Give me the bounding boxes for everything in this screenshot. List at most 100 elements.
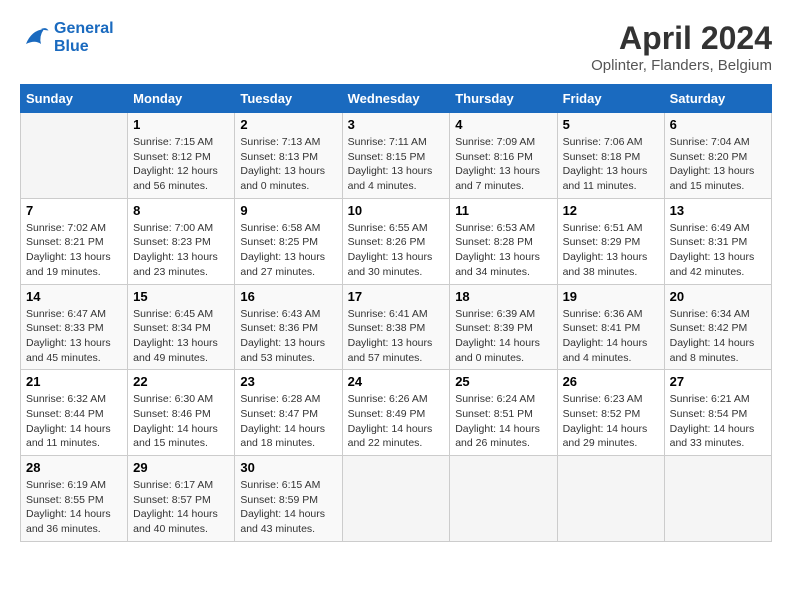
day-info: Sunrise: 6:21 AM Sunset: 8:54 PM Dayligh… <box>670 392 766 451</box>
day-number: 30 <box>240 460 336 475</box>
calendar-week-1: 1Sunrise: 7:15 AM Sunset: 8:12 PM Daylig… <box>21 113 772 199</box>
day-number: 12 <box>563 203 659 218</box>
day-info: Sunrise: 6:19 AM Sunset: 8:55 PM Dayligh… <box>26 478 122 537</box>
day-info: Sunrise: 6:49 AM Sunset: 8:31 PM Dayligh… <box>670 221 766 280</box>
calendar-cell <box>664 456 771 542</box>
day-info: Sunrise: 6:15 AM Sunset: 8:59 PM Dayligh… <box>240 478 336 537</box>
day-number: 5 <box>563 117 659 132</box>
calendar-cell: 5 Sunrise: 7:06 AM Sunset: 8:18 PM Daylig… <box>557 113 664 199</box>
calendar-cell: 23 Sunrise: 6:28 AM Sunset: 8:47 PM Dayli… <box>235 370 342 456</box>
calendar-cell: 2 Sunrise: 7:13 AM Sunset: 8:13 PM Daylig… <box>235 113 342 199</box>
day-info: Sunrise: 7:04 AM Sunset: 8:20 PM Dayligh… <box>670 135 766 194</box>
calendar-week-2: 7Sunrise: 7:02 AM Sunset: 8:21 PM Daylig… <box>21 198 772 284</box>
calendar-cell: 18Sunrise: 6:39 AM Sunset: 8:39 PM Dayli… <box>450 284 557 370</box>
calendar-cell: 4 Sunrise: 7:09 AM Sunset: 8:16 PM Daylig… <box>450 113 557 199</box>
day-info: Sunrise: 6:24 AM Sunset: 8:51 PM Dayligh… <box>455 392 551 451</box>
calendar-cell: 14 Sunrise: 6:47 AM Sunset: 8:33 PM Dayli… <box>21 284 128 370</box>
day-number: 19 <box>563 289 659 304</box>
day-info: Sunrise: 6:23 AM Sunset: 8:52 PM Dayligh… <box>563 392 659 451</box>
day-info: Sunrise: 6:58 AM Sunset: 8:25 PM Dayligh… <box>240 221 336 280</box>
day-number: 23 <box>240 374 336 389</box>
calendar-week-4: 21 Sunrise: 6:32 AM Sunset: 8:44 PM Dayli… <box>21 370 772 456</box>
col-tuesday: Tuesday <box>235 85 342 113</box>
calendar-cell: 15 Sunrise: 6:45 AM Sunset: 8:34 PM Dayli… <box>128 284 235 370</box>
calendar-cell: 24 Sunrise: 6:26 AM Sunset: 8:49 PM Dayli… <box>342 370 450 456</box>
calendar-week-5: 28Sunrise: 6:19 AM Sunset: 8:55 PM Dayli… <box>21 456 772 542</box>
day-info: Sunrise: 6:45 AM Sunset: 8:34 PM Dayligh… <box>133 307 229 366</box>
calendar-table: Sunday Monday Tuesday Wednesday Thursday… <box>20 84 772 542</box>
calendar-cell: 10Sunrise: 6:55 AM Sunset: 8:26 PM Dayli… <box>342 198 450 284</box>
day-number: 17 <box>348 289 445 304</box>
day-number: 13 <box>670 203 766 218</box>
calendar-cell: 21 Sunrise: 6:32 AM Sunset: 8:44 PM Dayli… <box>21 370 128 456</box>
day-number: 20 <box>670 289 766 304</box>
day-number: 29 <box>133 460 229 475</box>
calendar-cell: 30 Sunrise: 6:15 AM Sunset: 8:59 PM Dayli… <box>235 456 342 542</box>
calendar-cell: 11 Sunrise: 6:53 AM Sunset: 8:28 PM Dayli… <box>450 198 557 284</box>
calendar-cell: 13 Sunrise: 6:49 AM Sunset: 8:31 PM Dayli… <box>664 198 771 284</box>
col-monday: Monday <box>128 85 235 113</box>
day-info: Sunrise: 7:15 AM Sunset: 8:12 PM Dayligh… <box>133 135 229 194</box>
day-number: 11 <box>455 203 551 218</box>
day-number: 21 <box>26 374 122 389</box>
day-info: Sunrise: 7:09 AM Sunset: 8:16 PM Dayligh… <box>455 135 551 194</box>
title-block: April 2024 Oplinter, Flanders, Belgium <box>591 20 772 74</box>
logo-text: General Blue <box>54 20 114 56</box>
calendar-cell: 1Sunrise: 7:15 AM Sunset: 8:12 PM Daylig… <box>128 113 235 199</box>
day-info: Sunrise: 6:34 AM Sunset: 8:42 PM Dayligh… <box>670 307 766 366</box>
month-title: April 2024 <box>591 20 772 57</box>
day-info: Sunrise: 7:06 AM Sunset: 8:18 PM Dayligh… <box>563 135 659 194</box>
calendar-cell: 27Sunrise: 6:21 AM Sunset: 8:54 PM Dayli… <box>664 370 771 456</box>
location-subtitle: Oplinter, Flanders, Belgium <box>591 57 772 74</box>
logo: General Blue <box>20 20 114 56</box>
col-sunday: Sunday <box>21 85 128 113</box>
calendar-cell: 22 Sunrise: 6:30 AM Sunset: 8:46 PM Dayli… <box>128 370 235 456</box>
calendar-cell <box>557 456 664 542</box>
day-info: Sunrise: 6:30 AM Sunset: 8:46 PM Dayligh… <box>133 392 229 451</box>
day-number: 2 <box>240 117 336 132</box>
day-info: Sunrise: 7:13 AM Sunset: 8:13 PM Dayligh… <box>240 135 336 194</box>
calendar-week-3: 14 Sunrise: 6:47 AM Sunset: 8:33 PM Dayli… <box>21 284 772 370</box>
calendar-cell: 16Sunrise: 6:43 AM Sunset: 8:36 PM Dayli… <box>235 284 342 370</box>
col-wednesday: Wednesday <box>342 85 450 113</box>
day-info: Sunrise: 6:32 AM Sunset: 8:44 PM Dayligh… <box>26 392 122 451</box>
day-info: Sunrise: 6:47 AM Sunset: 8:33 PM Dayligh… <box>26 307 122 366</box>
calendar-cell: 9 Sunrise: 6:58 AM Sunset: 8:25 PM Daylig… <box>235 198 342 284</box>
calendar-cell: 7Sunrise: 7:02 AM Sunset: 8:21 PM Daylig… <box>21 198 128 284</box>
day-number: 26 <box>563 374 659 389</box>
calendar-cell: 6 Sunrise: 7:04 AM Sunset: 8:20 PM Daylig… <box>664 113 771 199</box>
day-number: 6 <box>670 117 766 132</box>
day-number: 15 <box>133 289 229 304</box>
day-number: 8 <box>133 203 229 218</box>
calendar-cell: 26 Sunrise: 6:23 AM Sunset: 8:52 PM Dayli… <box>557 370 664 456</box>
calendar-cell: 12 Sunrise: 6:51 AM Sunset: 8:29 PM Dayli… <box>557 198 664 284</box>
col-saturday: Saturday <box>664 85 771 113</box>
day-info: Sunrise: 6:43 AM Sunset: 8:36 PM Dayligh… <box>240 307 336 366</box>
calendar-cell <box>21 113 128 199</box>
calendar-cell: 8 Sunrise: 7:00 AM Sunset: 8:23 PM Daylig… <box>128 198 235 284</box>
day-number: 22 <box>133 374 229 389</box>
day-info: Sunrise: 6:17 AM Sunset: 8:57 PM Dayligh… <box>133 478 229 537</box>
calendar-cell <box>342 456 450 542</box>
calendar-cell <box>450 456 557 542</box>
calendar-cell: 3Sunrise: 7:11 AM Sunset: 8:15 PM Daylig… <box>342 113 450 199</box>
day-info: Sunrise: 7:02 AM Sunset: 8:21 PM Dayligh… <box>26 221 122 280</box>
calendar-cell: 29 Sunrise: 6:17 AM Sunset: 8:57 PM Dayli… <box>128 456 235 542</box>
day-number: 9 <box>240 203 336 218</box>
day-number: 24 <box>348 374 445 389</box>
day-info: Sunrise: 6:36 AM Sunset: 8:41 PM Dayligh… <box>563 307 659 366</box>
page-header: General Blue April 2024 Oplinter, Flande… <box>20 20 772 74</box>
day-info: Sunrise: 6:26 AM Sunset: 8:49 PM Dayligh… <box>348 392 445 451</box>
calendar-cell: 19 Sunrise: 6:36 AM Sunset: 8:41 PM Dayli… <box>557 284 664 370</box>
day-info: Sunrise: 6:28 AM Sunset: 8:47 PM Dayligh… <box>240 392 336 451</box>
day-info: Sunrise: 7:00 AM Sunset: 8:23 PM Dayligh… <box>133 221 229 280</box>
day-info: Sunrise: 7:11 AM Sunset: 8:15 PM Dayligh… <box>348 135 445 194</box>
day-info: Sunrise: 6:51 AM Sunset: 8:29 PM Dayligh… <box>563 221 659 280</box>
day-info: Sunrise: 6:53 AM Sunset: 8:28 PM Dayligh… <box>455 221 551 280</box>
calendar-cell: 17Sunrise: 6:41 AM Sunset: 8:38 PM Dayli… <box>342 284 450 370</box>
day-number: 18 <box>455 289 551 304</box>
day-number: 4 <box>455 117 551 132</box>
day-number: 10 <box>348 203 445 218</box>
logo-icon <box>20 23 50 53</box>
day-number: 14 <box>26 289 122 304</box>
